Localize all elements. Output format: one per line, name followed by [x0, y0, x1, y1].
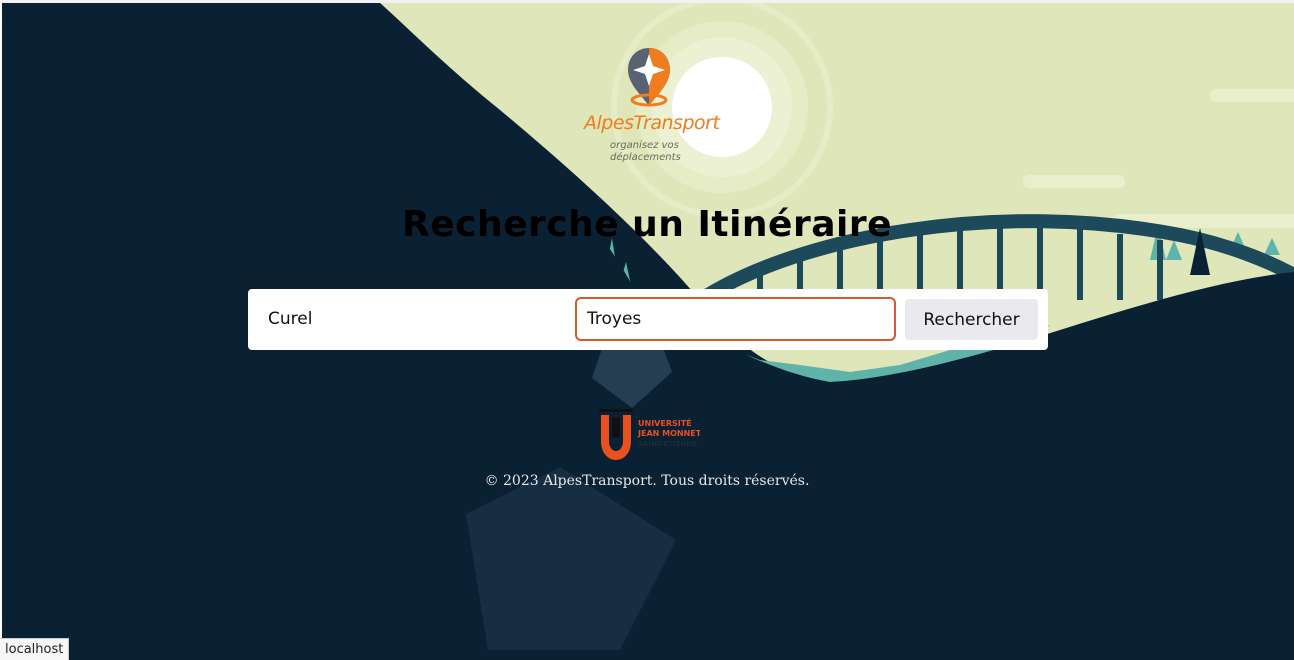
departure-input[interactable]	[258, 298, 563, 339]
logo-name: AlpesTransport	[584, 112, 720, 134]
footer-copyright: © 2023 AlpesTransport. Tous droits réser…	[484, 473, 810, 489]
left-border	[0, 0, 2, 660]
search-form: Rechercher	[248, 289, 1048, 350]
university-logo-line2: JEAN MONNET	[637, 429, 700, 438]
university-logo-line1: UNIVERSITÉ	[638, 417, 692, 428]
university-logo: UNIVERSITÉ JEAN MONNET SAINT-ÉTIENNE	[599, 409, 700, 460]
logo-tagline-line2: déplacements	[610, 152, 681, 163]
search-button[interactable]: Rechercher	[905, 299, 1038, 340]
logo-tagline-line1: organisez vos	[610, 140, 679, 151]
top-border	[0, 0, 1294, 3]
university-logo-line3: SAINT-ÉTIENNE	[638, 439, 697, 448]
logo-tagline: organisez vos déplacements	[610, 140, 690, 164]
destination-input[interactable]	[575, 297, 896, 341]
page: AlpesTransport organisez vos déplacement…	[0, 0, 1294, 660]
status-bar-url: localhost	[0, 638, 70, 660]
page-title: Recherche un Itinéraire	[401, 204, 893, 245]
